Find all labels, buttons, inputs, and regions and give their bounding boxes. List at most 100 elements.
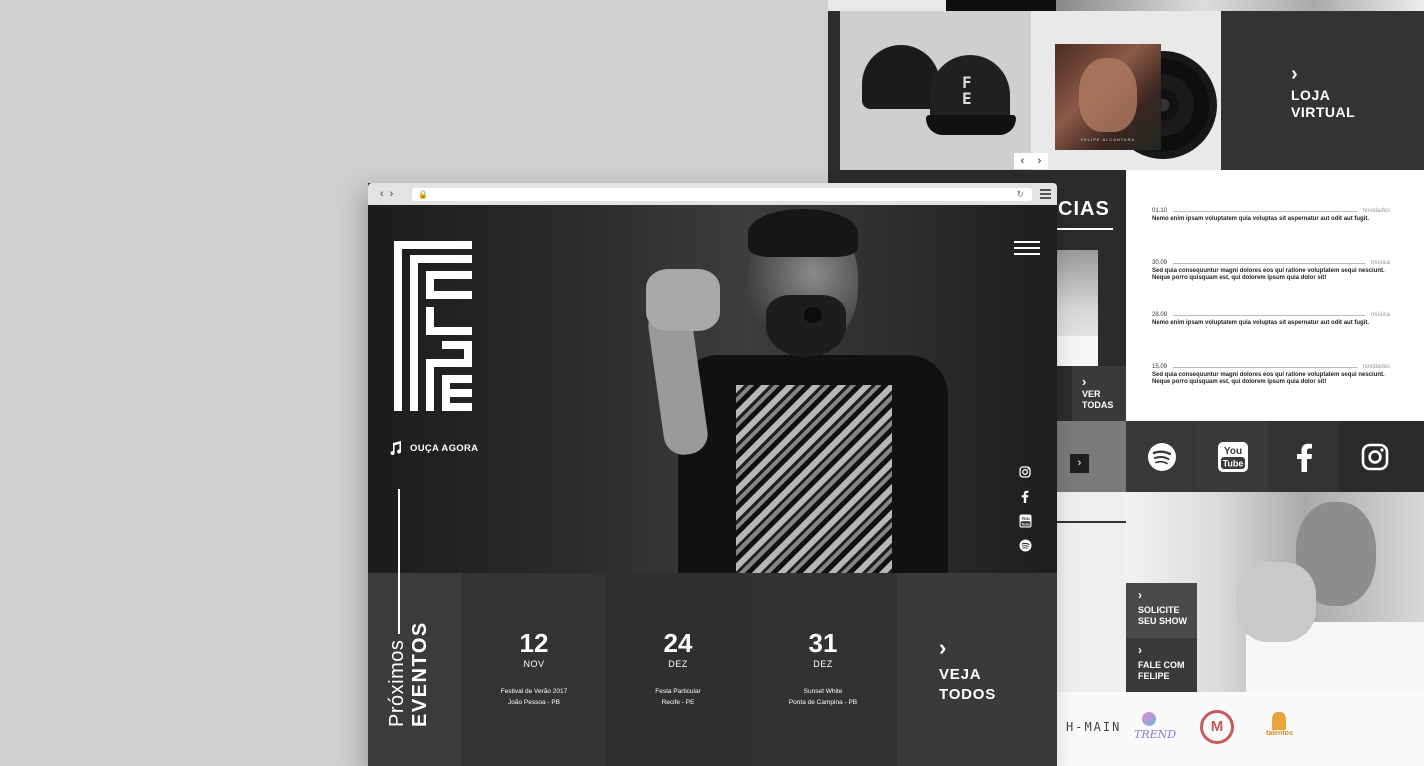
event-month: NOV bbox=[523, 659, 545, 669]
request-show-line2: SEU SHOW bbox=[1138, 616, 1188, 626]
ver-todas-button[interactable]: › VER TODAS bbox=[1072, 366, 1126, 421]
facebook-link[interactable] bbox=[1018, 485, 1032, 510]
news-item[interactable]: 30.09 música Sed quia consequuntur magni … bbox=[1152, 260, 1390, 282]
event-card[interactable]: 12 NOV Festival de Verão 2017 João Pesso… bbox=[462, 573, 606, 766]
talentos-logo-icon bbox=[1272, 712, 1286, 730]
browser-toolbar: ‹› 🔒 ↻ bbox=[368, 183, 1057, 205]
contact-line2: FELIPE bbox=[1138, 671, 1170, 681]
photo-beard bbox=[766, 295, 846, 357]
shop-product-vinyl[interactable]: FELIPE ALCANTARA bbox=[1031, 11, 1221, 170]
hero-section: OUÇA AGORA You Tube bbox=[368, 205, 1057, 573]
news-photo-shirt bbox=[1054, 336, 1098, 366]
news-category: novidades bbox=[1362, 208, 1390, 214]
event-title: Festa Particular bbox=[655, 688, 701, 695]
reload-icon[interactable]: ↻ bbox=[1016, 188, 1024, 201]
photo-shirt-print bbox=[736, 385, 892, 573]
banner-arrow-button[interactable]: › bbox=[1070, 454, 1089, 473]
request-show-line1: SOLICITE bbox=[1138, 605, 1180, 615]
listen-now-label: OUÇA AGORA bbox=[410, 442, 479, 454]
facebook-icon bbox=[1296, 443, 1312, 472]
events-heading-bold: EVENTOS bbox=[409, 621, 431, 727]
hamburger-line bbox=[1014, 253, 1040, 255]
news-item[interactable]: 01.10 novidades Nemo enim ipsam voluptate… bbox=[1152, 208, 1390, 223]
event-place: João Pessoa - PB bbox=[507, 699, 561, 706]
facebook-icon bbox=[1021, 491, 1029, 504]
partner-logo-talentos[interactable]: talentos bbox=[1266, 712, 1293, 737]
event-day: 24 bbox=[663, 628, 693, 658]
partner-logo-hmain[interactable]: H-MAIN bbox=[1066, 720, 1121, 734]
instagram-link[interactable] bbox=[1339, 421, 1410, 492]
spotify-link[interactable] bbox=[1126, 421, 1197, 492]
hamburger-menu-icon[interactable] bbox=[1014, 241, 1040, 255]
news-date: 28.09 bbox=[1152, 312, 1168, 318]
instagram-link[interactable] bbox=[1018, 460, 1032, 485]
news-rule bbox=[1173, 210, 1357, 212]
event-description: Festa Particular Recife - PE bbox=[606, 686, 750, 708]
event-card[interactable]: 31 DEZ Sunset White Ponta de Campina - P… bbox=[751, 573, 895, 766]
album-cover-image: FELIPE ALCANTARA bbox=[1055, 44, 1161, 150]
news-rule bbox=[1173, 366, 1357, 368]
news-item[interactable]: 28.09 música Nemo enim ipsam voluptatem q… bbox=[1152, 312, 1390, 327]
spotify-link[interactable] bbox=[1018, 534, 1032, 559]
store-label-line1: LOJA bbox=[1291, 87, 1331, 103]
facebook-link[interactable] bbox=[1268, 421, 1339, 492]
spotify-icon bbox=[1147, 442, 1176, 471]
listen-now-link[interactable]: OUÇA AGORA bbox=[390, 441, 478, 455]
news-date: 01.10 bbox=[1152, 208, 1168, 214]
strip-image-1 bbox=[828, 0, 946, 11]
youtube-link[interactable]: You Tube bbox=[1197, 421, 1268, 492]
contact-felipe-button[interactable]: › FALE COM FELIPE bbox=[1126, 638, 1197, 692]
partner-logo-trend[interactable]: TREND bbox=[1134, 712, 1176, 741]
event-day: 31 bbox=[808, 628, 838, 658]
partner-logo-m[interactable]: M bbox=[1200, 710, 1234, 744]
news-text: Nemo enim ipsam voluptatem quia voluptas… bbox=[1152, 320, 1370, 326]
cap-brim bbox=[926, 115, 1016, 135]
address-bar[interactable]: 🔒 ↻ bbox=[412, 188, 1032, 201]
browser-menu-icon[interactable] bbox=[1040, 189, 1051, 199]
instagram-icon bbox=[1019, 466, 1031, 478]
menu-line bbox=[1040, 189, 1051, 191]
news-text: Sed quia consequuntur magni dolores eos … bbox=[1152, 268, 1385, 281]
virtual-store-button[interactable]: › LOJA VIRTUAL bbox=[1221, 11, 1424, 170]
youtube-icon: You Tube bbox=[1019, 514, 1031, 528]
event-description: Sunset White Ponta de Campina - PB bbox=[751, 686, 895, 708]
hero-artist-photo bbox=[608, 205, 948, 573]
talentos-logo-text: talentos bbox=[1266, 730, 1293, 737]
chevron-right-icon: › bbox=[1082, 374, 1087, 389]
photo-mouth bbox=[804, 307, 822, 323]
news-item[interactable]: 15.09 novidades Sed quia consequuntur mag… bbox=[1152, 364, 1390, 386]
chevron-right-icon: › bbox=[939, 635, 947, 660]
ver-todas-line1: VER bbox=[1082, 389, 1101, 399]
browser-back-button[interactable]: ‹ bbox=[380, 188, 390, 200]
shop-product-caps[interactable]: FE bbox=[840, 11, 1031, 170]
news-category: música bbox=[1370, 260, 1390, 266]
event-card[interactable]: 24 DEZ Festa Particular Recife - PE bbox=[606, 573, 750, 766]
see-all-label: VEJA TODOS bbox=[939, 665, 996, 705]
browser-forward-button[interactable]: › bbox=[390, 188, 400, 200]
strip-image-3 bbox=[1056, 0, 1424, 11]
svg-text:You: You bbox=[1021, 516, 1030, 521]
store-label: LOJA VIRTUAL bbox=[1291, 87, 1355, 121]
request-show-button[interactable]: › SOLICITE SEU SHOW bbox=[1126, 583, 1197, 638]
events-heading-line1: Próximos bbox=[386, 593, 409, 727]
store-label-line2: VIRTUAL bbox=[1291, 104, 1356, 120]
shop-carousel-arrows: ‹ › bbox=[1014, 153, 1048, 169]
event-description: Festival de Verão 2017 João Pessoa - PB bbox=[462, 686, 606, 708]
news-rule bbox=[1173, 314, 1365, 316]
see-all-events-button[interactable]: › VEJA TODOS bbox=[897, 573, 1057, 766]
trend-logo-text: TREND bbox=[1134, 728, 1177, 741]
news-category: novidades bbox=[1362, 364, 1390, 370]
upcoming-events-bar: Próximos EVENTOS 12 NOV Festival de Verã… bbox=[368, 489, 1057, 766]
carousel-prev-button[interactable]: ‹ bbox=[1021, 155, 1025, 167]
news-date: 30.09 bbox=[1152, 260, 1168, 266]
carousel-next-button[interactable]: › bbox=[1038, 155, 1042, 167]
hero-social-links: You Tube bbox=[1018, 460, 1032, 558]
photo-fist bbox=[646, 269, 720, 331]
cap-back-image bbox=[862, 45, 940, 109]
menu-line bbox=[1040, 193, 1051, 195]
news-text: Sed quia consequuntur magni dolores eos … bbox=[1152, 372, 1385, 385]
instagram-icon bbox=[1361, 443, 1388, 470]
chevron-right-icon: › bbox=[1138, 588, 1142, 602]
felipe-logo[interactable] bbox=[394, 241, 472, 411]
youtube-link[interactable]: You Tube bbox=[1018, 509, 1032, 534]
